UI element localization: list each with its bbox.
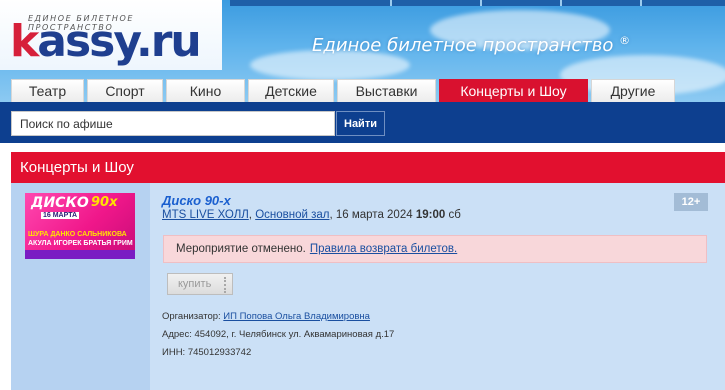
search-input[interactable]	[11, 111, 335, 136]
tab-theatre[interactable]: Театр	[11, 79, 84, 102]
cancel-notice: Мероприятие отменено. Правила возврата б…	[163, 235, 707, 263]
event-weekday: сб	[445, 209, 461, 221]
organizer-link[interactable]: ИП Попова Ольга Владимировна	[223, 311, 370, 322]
event-date: , 16 марта 2024	[329, 209, 416, 221]
category-tabs: Театр Спорт Кино Детские Выставки Концер…	[11, 79, 678, 102]
hall-link[interactable]: Основной зал	[255, 209, 329, 221]
tab-concerts[interactable]: Концерты и Шоу	[439, 79, 588, 102]
event-time: 19:00	[415, 209, 446, 221]
tab-other[interactable]: Другие	[591, 79, 675, 102]
refund-rules-link[interactable]: Правила возврата билетов.	[310, 243, 457, 255]
tab-sport[interactable]: Спорт	[87, 79, 163, 102]
logo-text: kassy.ru	[10, 16, 202, 67]
event-title[interactable]: Диско 90-х	[162, 193, 231, 208]
poster-column: ДИСКО 90х 16 МАРТА ШУРА ДАНКО САЛЬНИКОВА…	[11, 183, 150, 390]
tab-exhibitions[interactable]: Выставки	[337, 79, 436, 102]
buy-label: купить	[178, 278, 212, 290]
event-card: ДИСКО 90х 16 МАРТА ШУРА ДАНКО САЛЬНИКОВА…	[11, 183, 725, 390]
event-meta: MTS LIVE ХОЛЛ, Основной зал, 16 марта 20…	[162, 209, 461, 221]
buy-button[interactable]: купить	[167, 273, 233, 295]
tab-cinema[interactable]: Кино	[166, 79, 245, 102]
organizer: Организатор: ИП Попова Ольга Владимировн…	[162, 311, 370, 322]
section-title: Концерты и Шоу	[11, 152, 725, 183]
venue-link[interactable]: MTS LIVE ХОЛЛ	[162, 209, 249, 221]
search-bar: Найти	[0, 102, 725, 143]
tab-kids[interactable]: Детские	[248, 79, 334, 102]
organizer-address: Адрес: 454092, г. Челябинск ул. Аквамари…	[162, 329, 395, 340]
poster-artists-2: АКУЛА ИГОРЕК БРАТЬЯ ГРИМ	[28, 240, 133, 247]
grip-icon	[224, 277, 226, 293]
cancel-text: Мероприятие отменено.	[176, 243, 306, 255]
site-header: ЕДИНОЕ БИЛЕТНОЕ ПРОСТРАНСТВО kassy.ru Ед…	[0, 0, 725, 103]
top-strip	[230, 0, 725, 6]
logo[interactable]: ЕДИНОЕ БИЛЕТНОЕ ПРОСТРАНСТВО kassy.ru	[0, 0, 222, 70]
poster-strip	[25, 250, 135, 259]
poster-title: ДИСКО	[31, 195, 89, 211]
site-slogan: Единое билетное пространство ®	[312, 34, 631, 56]
poster-artists-1: ШУРА ДАНКО САЛЬНИКОВА	[28, 231, 127, 238]
search-button[interactable]: Найти	[336, 111, 385, 136]
age-badge: 12+	[674, 193, 708, 211]
poster-title-suffix: 90х	[91, 195, 118, 210]
organizer-inn: ИНН: 745012933742	[162, 347, 252, 358]
event-poster[interactable]: ДИСКО 90х 16 МАРТА ШУРА ДАНКО САЛЬНИКОВА…	[25, 193, 135, 259]
poster-date: 16 МАРТА	[41, 212, 80, 219]
